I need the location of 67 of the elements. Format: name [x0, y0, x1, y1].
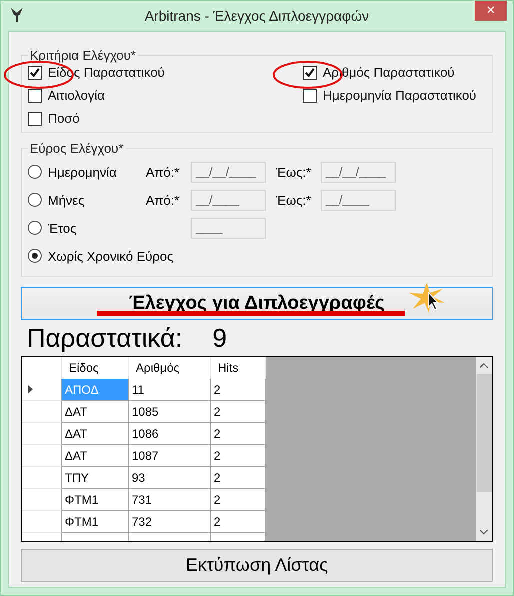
table-cell: 2: [211, 467, 266, 489]
radio-label: Χωρίς Χρονικό Εύρος: [48, 248, 174, 264]
from-label: Από:*: [146, 164, 181, 180]
check-icon: [30, 68, 40, 78]
table-cell: 2: [211, 511, 266, 533]
table-cell: 2: [211, 423, 266, 445]
table-cell: ΤΠΥ: [62, 467, 129, 489]
current-row-icon: [28, 385, 33, 394]
vertical-scrollbar[interactable]: [476, 357, 492, 541]
date-field[interactable]: __/__/____: [191, 162, 266, 182]
table-cell: 2: [211, 489, 266, 511]
window-title: Arbitrans - Έλεγχος Διπλοεγγραφών: [144, 8, 370, 24]
table-cell: 2: [211, 379, 266, 401]
date-field[interactable]: ____: [191, 218, 266, 238]
count-label: Παραστατικά:: [27, 322, 183, 354]
table-cell: 11: [129, 379, 211, 401]
click-burst-icon: [409, 283, 445, 313]
column-header[interactable]: Αριθμός: [129, 357, 211, 379]
scroll-up-icon: [480, 363, 488, 368]
radio-label: Μήνες: [48, 192, 85, 208]
table-cell: 1087: [129, 445, 211, 467]
checkbox[interactable]: [28, 88, 42, 102]
table-cell: 1085: [129, 401, 211, 423]
corner-header: [22, 357, 62, 379]
table-cell: ΔΑΤ: [62, 401, 129, 423]
table-cell: ΦΤΜ1: [62, 489, 129, 511]
table-cell: ΔΑΤ: [62, 445, 129, 467]
table-cell: 731: [129, 489, 211, 511]
column-header[interactable]: Είδος: [62, 357, 129, 379]
radio-label: Έτος: [48, 220, 77, 236]
radio-button[interactable]: [28, 165, 42, 179]
print-list-button[interactable]: Εκτύπωση Λίστας: [21, 549, 493, 582]
checkbox-label: Ποσό: [48, 111, 80, 126]
checkbox-label: Ημερομηνία Παραστατικού: [323, 88, 477, 103]
from-label: Από:*: [146, 192, 181, 208]
table-cell: ΦΤΜ1: [62, 511, 129, 533]
check-icon: [305, 68, 315, 78]
scroll-thumb[interactable]: [476, 374, 492, 492]
table-cell: ΔΑΤ: [62, 423, 129, 445]
table-cell: 93: [129, 467, 211, 489]
group-title: Κριτήρια Ελέγχου*: [29, 48, 138, 63]
checkbox[interactable]: [303, 88, 317, 102]
radio-label: Ημερομηνία: [48, 164, 117, 180]
date-field[interactable]: __/__/____: [321, 162, 396, 182]
to-label: Έως:*: [276, 192, 312, 208]
checkbox[interactable]: [28, 66, 42, 80]
table-cell: 1086: [129, 423, 211, 445]
table-cell: 2: [211, 445, 266, 467]
table-cell: ΑΠΟΔ: [62, 379, 129, 401]
close-button[interactable]: ×: [475, 1, 507, 21]
radio-button[interactable]: [28, 221, 42, 235]
checkbox[interactable]: [303, 66, 317, 80]
eagle-icon: [11, 8, 23, 22]
to-label: Έως:*: [276, 164, 312, 180]
table-cell: 2: [211, 401, 266, 423]
row-header[interactable]: [22, 379, 62, 401]
count-value: 9: [212, 322, 228, 354]
radio-button[interactable]: [28, 193, 42, 207]
group-title: Εύρος Ελέγχου*: [29, 141, 125, 156]
table-cell: 732: [129, 511, 211, 533]
date-field[interactable]: __/____: [191, 190, 266, 210]
date-field[interactable]: __/____: [321, 190, 396, 210]
scroll-down-icon: [480, 530, 488, 535]
radio-button[interactable]: [28, 249, 42, 263]
checkbox-label: Αιτιολογία: [48, 88, 106, 103]
checkbox[interactable]: [28, 112, 42, 126]
column-header[interactable]: Hits: [211, 357, 266, 379]
